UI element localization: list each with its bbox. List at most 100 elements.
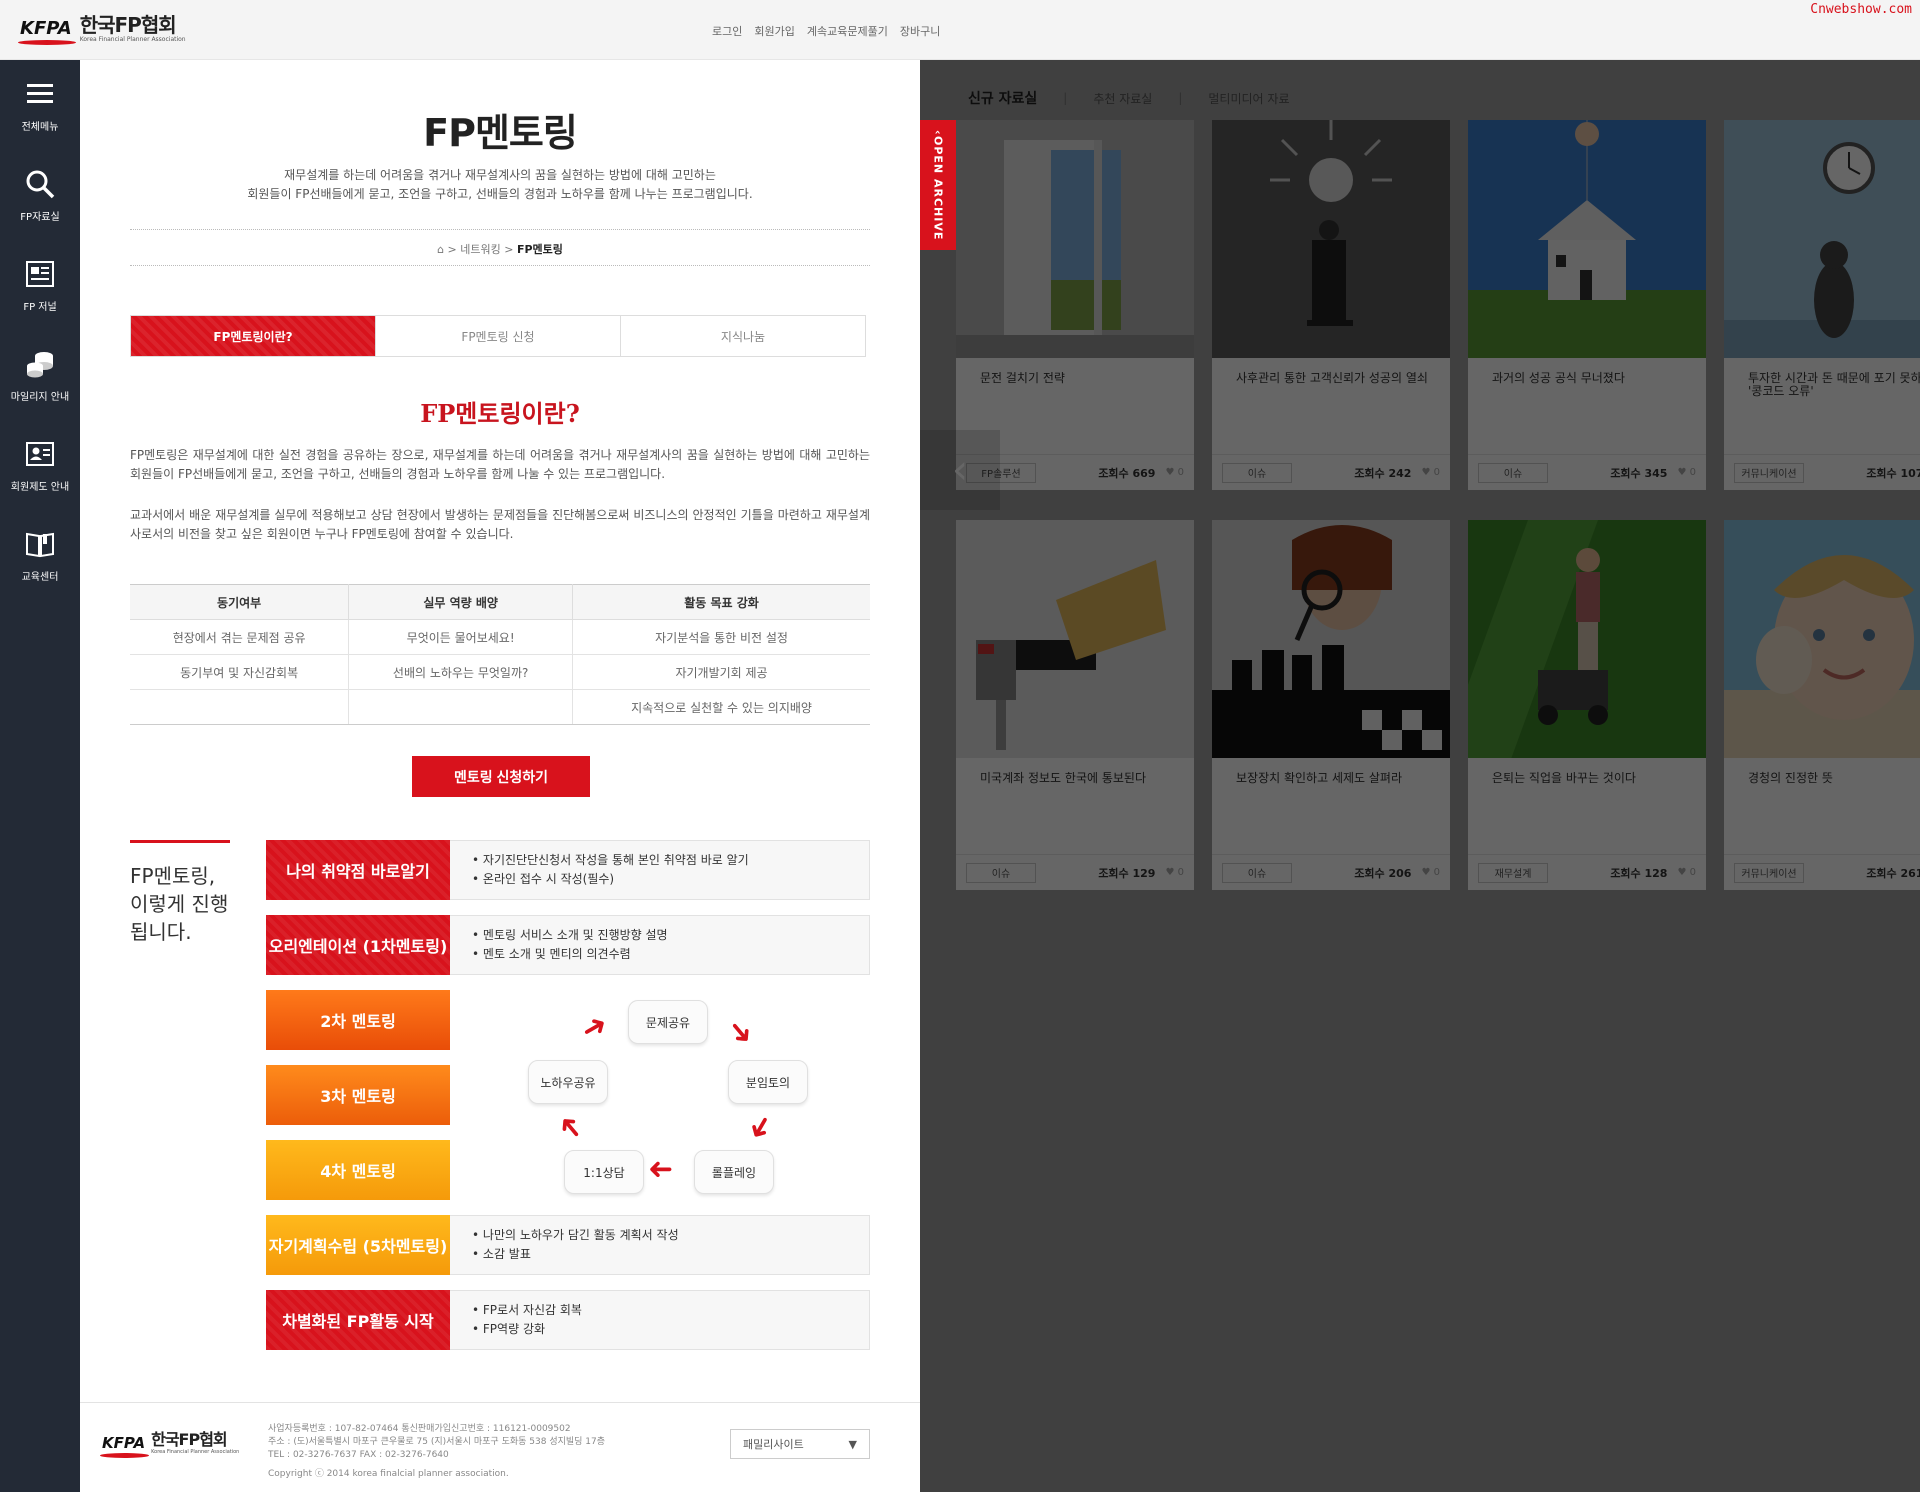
step-3: 2차 멘토링 xyxy=(266,990,450,1050)
divider xyxy=(130,265,870,266)
footer-logo[interactable]: KFPA 한국FP협회 Korea Financial Planner Asso… xyxy=(99,1430,239,1458)
step-1: 나의 취약점 바로알기 xyxy=(266,840,450,900)
caret-down-icon: ▼ xyxy=(848,1437,857,1451)
card-thumbnail[interactable] xyxy=(1212,120,1450,358)
top-header: KFPA 한국FP협회 Korea Financial Planner Asso… xyxy=(0,0,1920,60)
tab-recommended-archive[interactable]: 추천 자료실 xyxy=(1093,90,1152,107)
like-count[interactable]: ♥ 0 xyxy=(1165,867,1184,878)
card-title[interactable]: 투자한 시간과 돈 때문에 포기 못하는 '콩코드 오류' xyxy=(1748,372,1920,398)
like-count[interactable]: ♥ 0 xyxy=(1677,467,1696,478)
tab-multimedia-archive[interactable]: 멀티미디어 자료 xyxy=(1208,90,1289,107)
archive-card[interactable]: 사후관리 통한 고객신뢰가 성공의 열쇠이슈 조회수 242 ♥ 0 xyxy=(1212,120,1450,490)
prev-arrow-icon[interactable]: ‹ xyxy=(920,430,1000,510)
card-title[interactable]: 문전 걸치기 전략 xyxy=(980,372,1180,385)
tab-apply[interactable]: FP멘토링 신청 xyxy=(376,316,621,356)
like-value: 0 xyxy=(1689,867,1696,878)
archive-card[interactable]: 경청의 진정한 뜻커뮤니케이션조회수 261♥ 0 xyxy=(1724,520,1920,890)
card-title[interactable]: 은퇴는 직업을 바꾸는 것이다 xyxy=(1492,772,1692,785)
logo-title: 한국FP협회 xyxy=(79,13,177,37)
like-value: 0 xyxy=(1177,467,1184,478)
sidebar-item-membership[interactable]: 회원제도 안내 xyxy=(0,420,80,510)
copyright: Copyright ⓒ 2014 korea finalcial planner… xyxy=(268,1469,509,1479)
card-thumbnail[interactable] xyxy=(1724,120,1920,358)
sidebar-item-mileage[interactable]: 마일리지 안내 xyxy=(0,330,80,420)
breadcrumb-level1[interactable]: 네트워킹 xyxy=(460,243,500,256)
card-thumbnail[interactable] xyxy=(1468,120,1706,358)
like-count[interactable]: ♥ 0 xyxy=(1677,867,1696,878)
step-5: 4차 멘토링 xyxy=(266,1140,450,1200)
category-tag[interactable]: 커뮤니케이션 xyxy=(1734,462,1804,483)
like-value: 0 xyxy=(1177,867,1184,878)
menu-icon xyxy=(27,83,53,103)
cycle-arrow-icon: ➜ xyxy=(719,1011,763,1054)
footer-line: TEL : 02-3276-7637 FAX : 02-3276-7640 xyxy=(268,1450,449,1460)
card-title[interactable]: 미국계좌 정보도 한국에 통보된다 xyxy=(980,772,1180,785)
page-title: FP멘토링 xyxy=(423,111,578,155)
desc-item: 자기진단단신청서 작성을 통해 본인 취약점 바로 알기 xyxy=(472,851,869,870)
view-count: 조회수 206 xyxy=(1354,866,1412,880)
cycle-arrow-icon: ➜ xyxy=(574,1006,615,1049)
like-value: 0 xyxy=(1689,467,1696,478)
family-site-select[interactable]: 패밀리사이트 ▼ xyxy=(730,1429,870,1459)
sidebar-item-label: FP 저널 xyxy=(23,301,57,313)
home-icon[interactable]: ⌂ xyxy=(437,243,444,256)
tab-about[interactable]: FP멘토링이란? xyxy=(131,316,376,356)
open-archive-button[interactable]: ‹ OPEN ARCHIVE xyxy=(920,120,956,250)
card-footer: 이슈 조회수 242 ♥ 0 xyxy=(1212,454,1450,490)
heart-icon: ♥ xyxy=(1421,467,1434,478)
archive-card[interactable]: 과거의 성공 공식 무너졌다 이슈 조회수 345 ♥ 0 xyxy=(1468,120,1706,490)
like-count[interactable]: ♥ 0 xyxy=(1165,467,1184,478)
card-thumbnail[interactable] xyxy=(1724,520,1920,758)
card-title[interactable]: 보장장치 확인하고 세제도 살펴라 xyxy=(1236,772,1436,785)
like-count[interactable]: ♥ 0 xyxy=(1421,467,1440,478)
category-tag[interactable]: 이슈 xyxy=(966,862,1036,883)
logo-title: 한국FP협회 xyxy=(151,1430,228,1449)
footer-line: 주소 : (도)서울특별시 마포구 큰우물로 75 (지)서울시 마포구 도화동… xyxy=(268,1437,606,1447)
view-count: 조회수 669 xyxy=(1098,466,1156,480)
heart-icon: ♥ xyxy=(1165,867,1178,878)
category-tag[interactable]: 재무설계 xyxy=(1478,862,1548,883)
archive-tabs: 신규 자료실 | 추천 자료실 | 멀티미디어 자료 xyxy=(968,88,1290,108)
step-6: 자기계획수립 (5차멘토링) xyxy=(266,1215,450,1275)
like-count[interactable]: ♥ 0 xyxy=(1421,867,1440,878)
tab-new-archive[interactable]: 신규 자료실 xyxy=(968,88,1037,108)
card-thumbnail[interactable] xyxy=(956,120,1194,358)
archive-card[interactable]: 미국계좌 정보도 한국에 통보된다 이슈 조회수 129 ♥ 0 xyxy=(956,520,1194,890)
card-title[interactable]: 사후관리 통한 고객신뢰가 성공의 열쇠 xyxy=(1236,372,1436,385)
category-tag[interactable]: 커뮤니케이션 xyxy=(1734,862,1804,883)
cart-link[interactable]: 장바구니 xyxy=(900,23,940,39)
main-content: FP멘토링 재무설계를 하는데 어려움을 겪거나 재무설계사의 꿈을 실현하는 … xyxy=(80,60,920,1492)
sidebar-item-fp-archive[interactable]: FP자료실 xyxy=(0,150,80,240)
card-title[interactable]: 경청의 진정한 뜻 xyxy=(1748,772,1920,785)
sidebar-item-all-menu[interactable]: 전체메뉴 xyxy=(0,60,80,150)
signup-link[interactable]: 회원가입 xyxy=(754,23,794,39)
search-icon xyxy=(26,170,55,198)
sidebar-item-label: FP자료실 xyxy=(20,211,60,223)
sidebar-item-education[interactable]: 교육센터 xyxy=(0,510,80,600)
table-cell: 무엇이든 물어보세요! xyxy=(348,619,574,655)
category-tag[interactable]: 이슈 xyxy=(1222,462,1292,483)
card-thumbnail[interactable] xyxy=(1212,520,1450,758)
sidebar-item-fp-journal[interactable]: FP 저널 xyxy=(0,240,80,330)
open-archive-label: OPEN ARCHIVE xyxy=(931,135,945,240)
table-cell: 자기개발기회 제공 xyxy=(572,654,870,690)
archive-card[interactable]: 보장장치 확인하고 세제도 살펴라이슈 조회수 206 ♥ 0 xyxy=(1212,520,1450,890)
tab-knowledge[interactable]: 지식나눔 xyxy=(621,316,865,356)
card-thumbnail[interactable] xyxy=(956,520,1194,758)
cycle-node-consult: 1:1상담 xyxy=(564,1150,644,1194)
education-quiz-link[interactable]: 계속교육문제풀기 xyxy=(807,23,888,39)
card-title[interactable]: 과거의 성공 공식 무너졌다 xyxy=(1492,372,1692,385)
card-thumbnail[interactable] xyxy=(1468,520,1706,758)
category-tag[interactable]: 이슈 xyxy=(1222,862,1292,883)
view-count: 조회수 242 xyxy=(1354,466,1412,480)
step-7-desc: FP로서 자신감 회복 FP역량 강화 xyxy=(450,1290,870,1350)
archive-card[interactable]: 투자한 시간과 돈 때문에 포기 못하는 '콩코드 오류' 커뮤니케이션 조회수 1… xyxy=(1724,120,1920,490)
archive-card[interactable]: 은퇴는 직업을 바꾸는 것이다 재무설계 조회수 128 ♥ 0 xyxy=(1468,520,1706,890)
apply-mentoring-button[interactable]: 멘토링 신청하기 xyxy=(412,756,590,797)
logo-mark: KFPA xyxy=(18,18,76,45)
login-link[interactable]: 로그인 xyxy=(712,23,742,39)
like-value: 0 xyxy=(1433,467,1440,478)
category-tag[interactable]: 이슈 xyxy=(1478,462,1548,483)
book-icon xyxy=(26,532,54,557)
site-logo[interactable]: KFPA 한국FP협회 Korea Financial Planner Asso… xyxy=(18,13,186,45)
